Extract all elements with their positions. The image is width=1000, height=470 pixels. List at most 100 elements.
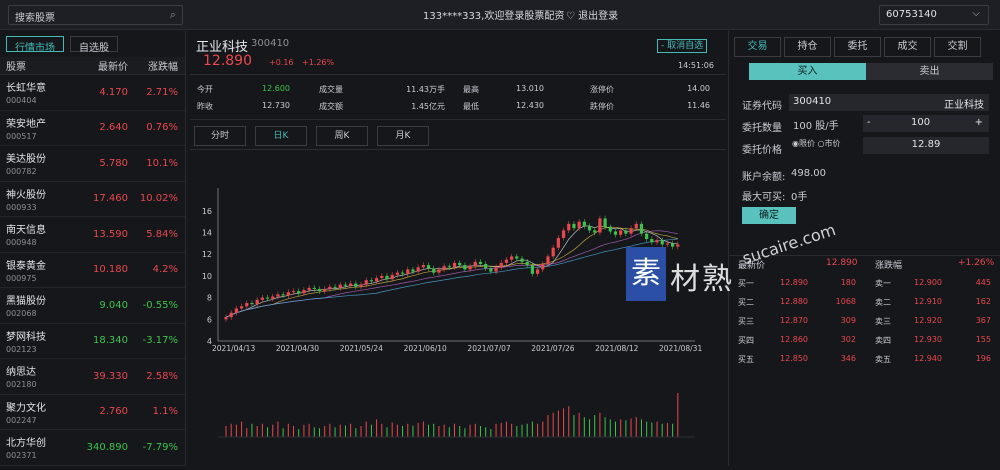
candle-body	[354, 283, 358, 287]
chart-tab[interactable]: 日K	[255, 126, 307, 146]
candle-body	[250, 303, 254, 305]
chart-tab[interactable]: 分时	[194, 126, 246, 146]
candle-body	[525, 261, 529, 266]
qty-unit: 100 股/手	[793, 121, 839, 132]
stock-cell: 银泰黄金 000975	[0, 257, 72, 283]
qty-minus-button[interactable]: -	[867, 117, 871, 128]
candle-body	[255, 299, 259, 305]
candle-body	[671, 243, 675, 247]
candle-body	[494, 267, 498, 272]
candle-body	[561, 230, 566, 238]
stock-row[interactable]: 聚力文化 002247 2.760 1.1%	[0, 395, 185, 430]
x-tick-label: 2021/07/07	[467, 344, 510, 353]
stock-row-code: 002123	[6, 344, 37, 354]
trade-tab[interactable]: 交割	[934, 37, 981, 57]
trade-tab[interactable]: 委托	[834, 37, 881, 57]
candle-body	[302, 290, 306, 294]
candle-body	[551, 247, 555, 257]
stock-row[interactable]: 银泰黄金 000975 10.180 4.2%	[0, 253, 185, 288]
candle-body	[556, 237, 560, 248]
code-field[interactable]: 300410 正业科技	[789, 94, 989, 111]
stock-row-change: 4.2%	[152, 264, 178, 276]
change-label: 涨跌幅	[875, 261, 903, 271]
candle-body	[307, 287, 311, 291]
radio-unchecked-icon[interactable]: ○	[818, 139, 825, 148]
bid-volume: 1068	[835, 297, 856, 306]
candle-body	[463, 265, 467, 270]
stock-row-price: 17.460	[93, 193, 128, 205]
trade-tab[interactable]: 交易	[734, 37, 781, 57]
stock-row-change: -0.55%	[142, 299, 178, 311]
stock-row-code: 000933	[6, 202, 37, 212]
sell-tab[interactable]: 卖出	[866, 63, 993, 80]
kline-chart[interactable]: 16 14 12 10 8 6 4 2021/04/13 2021/04/30 2021/05/2…	[190, 149, 726, 467]
stock-row[interactable]: 神火股份 000933 17.460 10.02%	[0, 182, 185, 217]
stock-row[interactable]: 南天信息 000948 13.590 5.84%	[0, 217, 185, 253]
candle-body	[333, 286, 337, 288]
change-value: +1.26%	[958, 258, 995, 268]
logout-link[interactable]: ♡ 退出登录	[566, 7, 618, 22]
quote-grid: 今开 12.600 成交量 11.43万手 最高 13.010 涨停价 14.00 昨收 12.7…	[190, 75, 726, 120]
stock-row-name: 南天信息	[6, 225, 46, 237]
stock-row-name: 梦网科技	[6, 331, 46, 343]
welcome-text: 133****333,欢迎登录股票配资	[423, 11, 565, 22]
chart-tab[interactable]: 周K	[316, 126, 368, 146]
search-input[interactable]: 搜索股票 ⌕	[8, 5, 183, 25]
quote-time: 14:51:06	[678, 61, 714, 70]
stock-row[interactable]: 北方华创 002371 340.890 -7.79%	[0, 430, 185, 466]
candle-body	[375, 278, 379, 282]
search-placeholder: 搜索股票	[15, 13, 55, 24]
candle-body	[421, 265, 425, 268]
stock-row-price: 13.590	[93, 228, 128, 240]
tab-watchlist[interactable]: 自选股	[70, 36, 118, 54]
bid-label: 买三	[738, 317, 754, 326]
x-tick-label: 2021/04/30	[276, 344, 319, 353]
latest-value: 12.890	[826, 258, 858, 268]
stock-row[interactable]: 梦网科技 002123 18.340 -3.17%	[0, 324, 185, 359]
chart-tab[interactable]: 月K	[377, 126, 429, 146]
bid-volume: 302	[840, 335, 856, 344]
candle-body	[312, 287, 316, 289]
stock-row[interactable]: 纳思达 002180 39.330 2.58%	[0, 359, 185, 395]
bid-volume: 180	[840, 278, 856, 287]
candle-body	[639, 223, 644, 234]
y-tick-label: 12	[202, 250, 212, 259]
stock-row-change: -7.79%	[142, 441, 178, 453]
stock-cell: 聚力文化 002247	[0, 399, 72, 425]
remove-watch-button[interactable]: - 取消自选	[657, 39, 708, 53]
confirm-button[interactable]: 确定	[742, 207, 796, 224]
stock-row[interactable]: 美达股份 000782 5.780 10.1%	[0, 146, 185, 182]
stock-row[interactable]: 荣安地产 000517 2.640 0.76%	[0, 111, 185, 146]
candle-body	[593, 230, 597, 233]
stock-cell: 北方华创 002371	[0, 434, 72, 460]
candle-body	[364, 280, 368, 285]
y-tick-label: 14	[202, 229, 212, 238]
stock-row[interactable]: 黑猫股份 002068 9.040 -0.55%	[0, 288, 185, 324]
stock-row-price: 5.780	[99, 157, 128, 169]
price-field[interactable]: 12.89	[863, 137, 989, 154]
candle-body	[286, 292, 290, 296]
qty-plus-button[interactable]: +	[975, 117, 983, 128]
stock-row-change: -3.17%	[142, 335, 178, 347]
ask-price: 12.940	[914, 354, 942, 363]
search-icon[interactable]: ⌕	[170, 8, 176, 22]
buy-tab[interactable]: 买入	[749, 63, 866, 80]
candle-body	[323, 288, 327, 292]
account-select[interactable]: 60753140 ⌵	[879, 5, 989, 25]
ask-price: 12.900	[914, 278, 942, 287]
y-tick-label: 16	[202, 207, 212, 216]
trade-tab[interactable]: 持仓	[784, 37, 831, 57]
qty-stepper[interactable]: - 100 +	[863, 115, 989, 132]
stock-row[interactable]: 长虹华意 000404 4.170 2.71%	[0, 75, 185, 111]
stock-row-change: 2.58%	[146, 370, 178, 382]
x-tick-label: 2021/04/13	[212, 344, 255, 353]
bid-price: 12.880	[780, 297, 808, 306]
stock-row-name: 纳思达	[6, 367, 36, 379]
candle-body	[541, 263, 545, 270]
candle-body	[426, 265, 431, 269]
candle-body	[655, 240, 659, 243]
tab-market[interactable]: 行情市场	[6, 36, 64, 54]
candle-body	[484, 263, 488, 269]
trade-tab[interactable]: 成交	[884, 37, 931, 57]
limit-radio[interactable]: ◉限价 ○市价	[792, 138, 841, 149]
